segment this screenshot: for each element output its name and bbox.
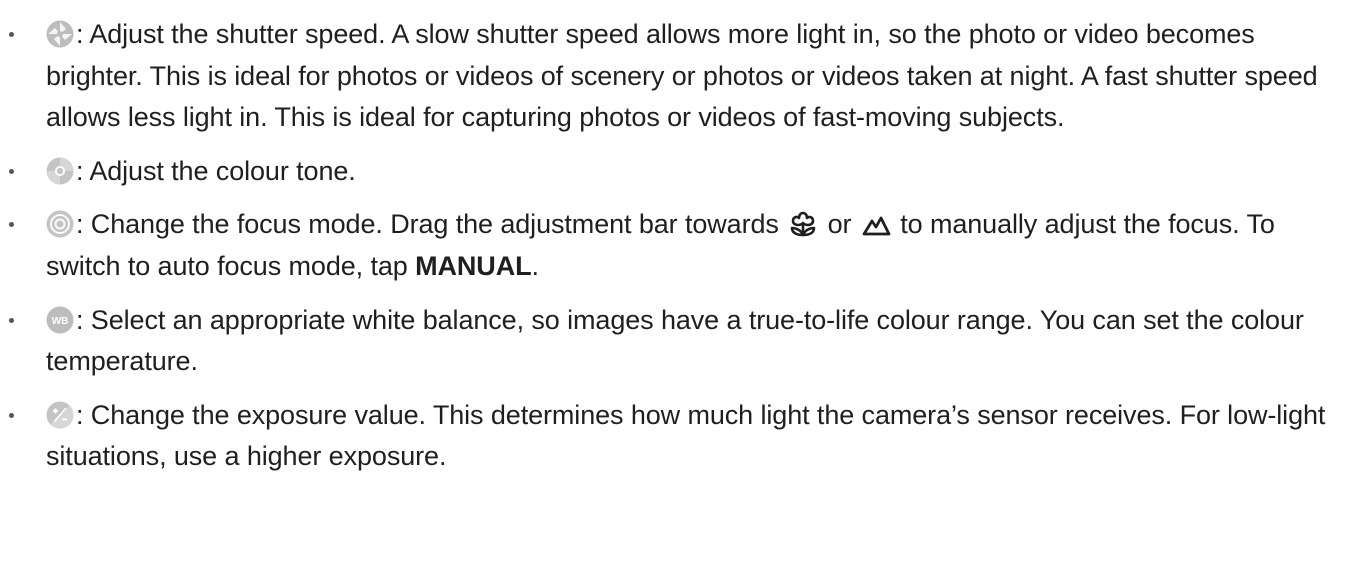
flower-macro-icon <box>790 212 816 237</box>
item-text: : Select an appropriate white balance, s… <box>46 304 1304 377</box>
bullet-dot <box>9 412 14 418</box>
item-text-before: : Change the focus mode. Drag the adjust… <box>76 209 779 240</box>
exposure-value-icon <box>46 401 74 429</box>
colour-tone-icon <box>46 157 74 185</box>
bullet-dot <box>9 222 14 228</box>
list-item-white-balance: WB : Select an appropriate white balance… <box>0 300 1349 383</box>
bullet-dot <box>9 317 14 323</box>
item-text: : Adjust the colour tone. <box>76 155 356 186</box>
white-balance-icon-label: WB <box>52 316 68 327</box>
item-text-or: or <box>827 209 852 240</box>
list-item-colour-tone: : Adjust the colour tone. <box>0 151 1349 193</box>
list-item-shutter-speed: : Adjust the shutter speed. A slow shutt… <box>0 14 1349 139</box>
focus-mode-icon <box>46 210 74 238</box>
bullet-dot <box>9 168 14 174</box>
camera-settings-list: : Adjust the shutter speed. A slow shutt… <box>0 14 1349 490</box>
bullet-dot <box>9 32 14 37</box>
item-period: . <box>531 250 540 281</box>
mountain-landscape-icon <box>862 216 891 236</box>
manual-keyword: MANUAL <box>415 250 532 281</box>
white-balance-icon: WB <box>46 306 74 334</box>
item-text: : Adjust the shutter speed. A slow shutt… <box>46 19 1318 133</box>
shutter-speed-icon <box>46 20 74 48</box>
item-text: : Change the exposure value. This determ… <box>46 399 1326 472</box>
list-item-exposure: : Change the exposure value. This determ… <box>0 395 1349 478</box>
list-item-focus-mode: : Change the focus mode. Drag the adjust… <box>0 204 1349 287</box>
